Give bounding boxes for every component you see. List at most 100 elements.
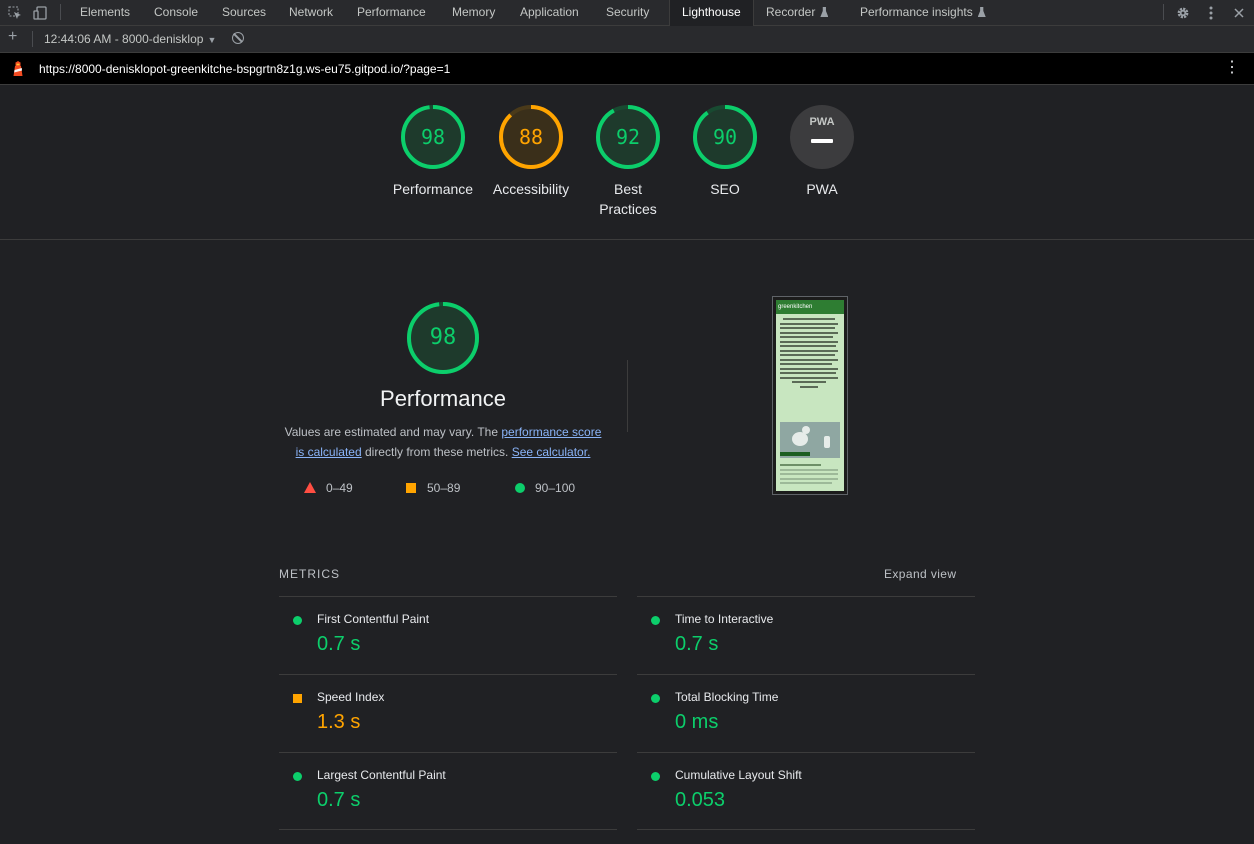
seo-score: 90 [712,125,738,149]
new-report-button[interactable]: + [8,28,17,46]
gear-icon[interactable] [1174,4,1192,22]
red-triangle-icon [304,482,316,493]
metrics-heading: METRICS [279,567,340,581]
final-screenshot-thumbnail[interactable]: greenkitchen [772,296,848,495]
legend-fail-range: 0–49 [326,481,353,495]
chevron-down-icon: ▼ [207,35,217,45]
thumbnail-lower-text [780,464,838,487]
pass-indicator-icon [293,772,302,781]
metrics-bottom-border [279,829,617,830]
pass-indicator-icon [293,616,302,625]
pwa-badge: PWA [809,116,835,128]
accessibility-gauge[interactable]: 88 [498,104,564,170]
tab-memory[interactable]: Memory [452,0,495,25]
pass-indicator-icon [651,616,660,625]
thumbnail-text-block [780,318,838,390]
metric-total-blocking-time: Total Blocking Time 0 ms [637,674,975,752]
performance-description: Values are estimated and may vary. The p… [279,422,607,462]
tab-separator [60,4,61,20]
tab-lighthouse[interactable]: Lighthouse [669,0,754,26]
performance-title: Performance [380,386,506,411]
metric-name: Time to Interactive [675,612,774,626]
metric-value: 0.053 [675,789,726,811]
lighthouse-toolbar: + 12:44:06 AM - 8000-denisklop ▼ [0,26,1254,53]
inspect-element-icon[interactable] [6,4,24,22]
report-url[interactable]: https://8000-denisklopot-greenkitche-bsp… [39,62,450,76]
tab-elements[interactable]: Elements [80,0,130,25]
devtools-tab-bar: Elements Console Sources Network Perform… [0,0,1254,26]
tab-recorder-label: Recorder [766,5,816,19]
report-selector[interactable]: 12:44:06 AM - 8000-denisklop ▼ [44,32,216,46]
best-practices-score: 92 [615,125,641,149]
thumbnail-image [780,422,840,458]
performance-gauge-label: Performance [392,181,474,197]
performance-large-score: 98 [429,325,457,350]
legend-average: 50–89 [406,481,460,495]
thumbnail-page: greenkitchen [776,300,844,491]
pwa-gauge[interactable]: PWA [789,104,855,170]
metric-largest-contentful-paint: Largest Contentful Paint 0.7 s [279,752,617,830]
pwa-gauge-label: PWA [806,181,838,197]
metric-value: 0.7 s [317,789,361,811]
tab-recorder[interactable]: Recorder [766,0,829,25]
desc-middle: directly from these metrics. [361,445,512,459]
report-selector-label: 12:44:06 AM - 8000-denisklop [44,32,204,46]
best-practices-gauge-label: Best Practices [573,179,683,219]
kebab-menu-icon[interactable] [1202,4,1220,22]
section-divider [0,239,1254,240]
metrics-bottom-border [637,829,975,830]
performance-large-gauge: 98 [406,301,480,375]
orange-square-icon [406,483,416,493]
vertical-divider [627,360,628,432]
tab-console[interactable]: Console [154,0,198,25]
tab-separator [1163,4,1164,20]
experiment-flask-icon [977,7,986,17]
tab-performance-insights-label: Performance insights [860,5,973,19]
best-practices-label-line2: Practices [599,201,657,217]
see-calculator-link[interactable]: See calculator. [512,445,591,459]
metric-name: Cumulative Layout Shift [675,768,802,782]
report-url-bar: https://8000-denisklopot-greenkitche-bsp… [0,53,1254,85]
metric-speed-index: Speed Index 1.3 s [279,674,617,752]
tab-network[interactable]: Network [289,0,333,25]
toolbar-separator [32,31,33,47]
pass-indicator-icon [651,772,660,781]
kebab-menu-icon[interactable]: ⋮ [1224,60,1240,78]
tab-sources[interactable]: Sources [222,0,266,25]
metric-cumulative-layout-shift: Cumulative Layout Shift 0.053 [637,752,975,830]
best-practices-label-line1: Best [613,181,642,197]
accessibility-gauge-label: Accessibility [492,181,570,197]
pass-indicator-icon [651,694,660,703]
average-indicator-icon [293,694,302,703]
metric-value: 0 ms [675,711,719,733]
thumbnail-header: greenkitchen [776,300,844,314]
tab-application[interactable]: Application [520,0,579,25]
tab-performance-insights[interactable]: Performance insights [860,0,986,25]
close-icon[interactable] [1230,4,1248,22]
block-icon[interactable] [232,32,244,44]
accessibility-score: 88 [518,125,544,149]
legend-pass-range: 90–100 [535,481,576,495]
experiment-flask-icon [820,7,829,17]
performance-gauge[interactable]: 98 [400,104,466,170]
device-toolbar-icon[interactable] [32,4,50,22]
legend-average-range: 50–89 [427,481,461,495]
metric-value: 0.7 s [317,633,361,655]
expand-view-toggle[interactable]: Expand view [884,567,956,581]
metric-time-to-interactive: Time to Interactive 0.7 s [637,596,975,674]
green-circle-icon [515,483,525,493]
metric-first-contentful-paint: First Contentful Paint 0.7 s [279,596,617,674]
metric-value: 1.3 s [317,711,361,733]
tab-security[interactable]: Security [606,0,649,25]
best-practices-gauge[interactable]: 92 [595,104,661,170]
seo-gauge-label: SEO [710,181,740,197]
metric-name: Largest Contentful Paint [317,768,446,782]
metric-name: Total Blocking Time [675,690,779,704]
tab-performance[interactable]: Performance [357,0,426,25]
legend-pass: 90–100 [515,481,575,495]
metric-name: Speed Index [317,690,385,704]
metric-value: 0.7 s [675,633,719,655]
seo-gauge[interactable]: 90 [692,104,758,170]
desc-prefix: Values are estimated and may vary. The [284,425,502,439]
legend-fail: 0–49 [304,481,353,495]
